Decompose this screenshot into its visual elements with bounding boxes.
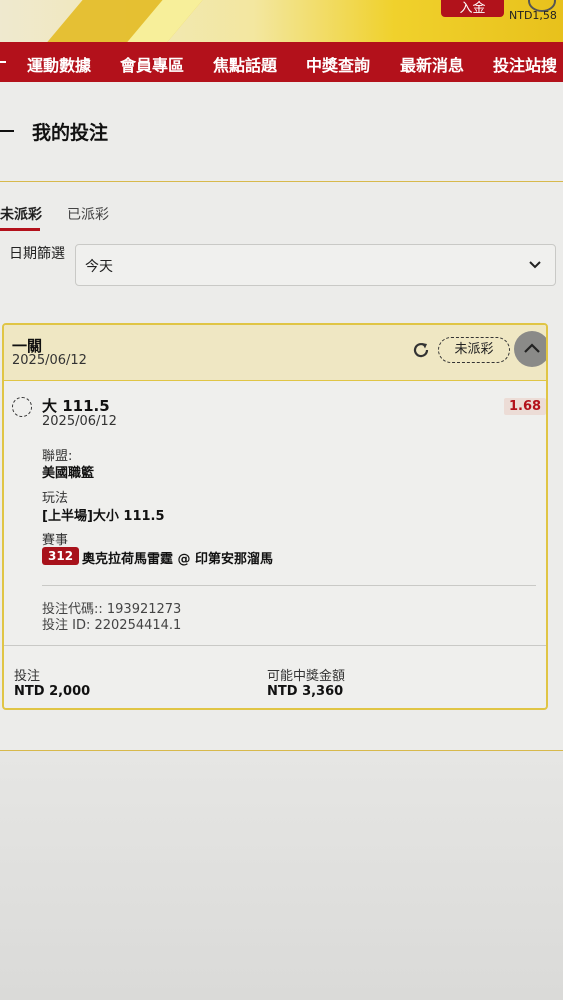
- date-filter-label: 日期篩選: [9, 246, 65, 262]
- league-value: 美國職籃: [42, 466, 95, 481]
- refresh-icon[interactable]: [410, 339, 432, 361]
- nav-item-results[interactable]: 中獎查詢: [306, 52, 370, 76]
- nav-item-sports-data[interactable]: 運動數據: [27, 52, 91, 76]
- nav-item-hot-topics[interactable]: 焦點話題: [213, 52, 277, 76]
- payout-label: 可能中獎金額: [267, 669, 346, 684]
- main-nav: 運動數據 會員專區 焦點話題 中獎查詢 最新消息 投注站搜: [0, 42, 563, 82]
- payout-value: NTD 3,360: [267, 684, 344, 699]
- nav-item-store-search[interactable]: 投注站搜: [493, 52, 557, 76]
- footer-divider: [4, 645, 546, 646]
- tab-settled[interactable]: 已派彩: [67, 204, 109, 224]
- event-number-badge: 312: [42, 547, 80, 565]
- selection-name: 大 111.5: [42, 397, 110, 415]
- bet-card-header[interactable]: 一關 2025/06/12 未派彩: [4, 325, 546, 381]
- active-tab-indicator: [0, 228, 40, 231]
- collapse-button[interactable]: [514, 331, 546, 367]
- chevron-up-icon: [524, 343, 540, 353]
- page-title: 我的投注: [32, 122, 109, 144]
- market-value: [上半場]大小 111.5: [42, 509, 165, 524]
- chevron-down-icon: [529, 261, 541, 269]
- tab-unsettled[interactable]: 未派彩: [0, 204, 42, 224]
- selection-status-icon: [12, 397, 32, 417]
- back-icon[interactable]: [0, 130, 14, 132]
- title-divider: [0, 181, 563, 182]
- bet-id: 投注 ID: 220254414.1: [42, 618, 182, 633]
- date-filter-value: 今天: [85, 259, 113, 275]
- market-label: 玩法: [42, 491, 69, 506]
- odds-value: 1.68: [504, 398, 546, 415]
- nav-item-news[interactable]: 最新消息: [400, 52, 464, 76]
- selection-date: 2025/06/12: [42, 414, 117, 429]
- nav-item-member-zone[interactable]: 會員專區: [120, 52, 184, 76]
- top-banner: 入金 NTD1,58: [0, 0, 563, 42]
- empty-area: [0, 751, 563, 1000]
- details-divider: [42, 585, 536, 586]
- stake-value: NTD 2,000: [14, 684, 91, 699]
- status-badge: 未派彩: [438, 337, 510, 363]
- nav-separator: [0, 61, 6, 63]
- bet-card: 一關 2025/06/12 未派彩 大 111.5 2025/06/12 1.6…: [2, 323, 548, 710]
- bet-date: 2025/06/12: [12, 353, 87, 368]
- stake-label: 投注: [14, 669, 41, 684]
- date-filter-select[interactable]: 今天: [75, 244, 556, 286]
- event-name: 奧克拉荷馬雷霆 @ 印第安那溜馬: [82, 552, 274, 567]
- account-balance: NTD1,58: [509, 9, 557, 22]
- deposit-button[interactable]: 入金: [441, 0, 504, 17]
- event-label: 賽事: [42, 533, 69, 548]
